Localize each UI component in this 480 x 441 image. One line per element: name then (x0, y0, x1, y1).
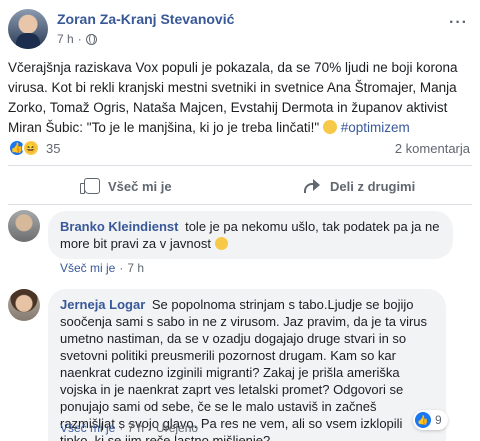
share-button[interactable]: Deli z drugimi (304, 172, 415, 200)
share-button-label: Deli z drugimi (330, 178, 416, 194)
comment-like-link[interactable]: Všeč mi je (60, 261, 115, 275)
like-button[interactable]: Všeč mi je (80, 172, 172, 200)
commenter-avatar[interactable] (8, 210, 40, 242)
comment-time[interactable]: 7 h (127, 261, 144, 275)
post-meta: 7 h · (57, 32, 97, 46)
globe-icon (85, 33, 97, 45)
comment-author[interactable]: Jerneja Logar (60, 297, 145, 312)
post-author-name[interactable]: Zoran Za-Kranj Stevanović (57, 11, 234, 27)
thumbs-up-icon (80, 178, 100, 194)
wink-emoji-icon (214, 237, 228, 250)
comment-time[interactable]: 7 h (127, 421, 144, 435)
haha-reaction-icon: 😆 (22, 139, 40, 157)
reactions-summary[interactable]: 👍 😆 35 (8, 139, 60, 157)
divider (8, 204, 472, 205)
comment-bubble: Branko Kleindienst tole je pa nekomu ušl… (48, 211, 453, 259)
commenter-avatar[interactable] (8, 289, 40, 321)
comments-count-link[interactable]: 2 komentarja (395, 141, 470, 156)
author-avatar[interactable] (8, 9, 48, 49)
post-text: Včerajšnja raziskava Vox populi je pokaz… (8, 58, 472, 138)
facebook-post: Zoran Za-Kranj Stevanović 7 h · ··· Včer… (0, 0, 480, 441)
comment-reaction-count: 9 (435, 413, 442, 427)
rofl-emoji-icon (322, 120, 337, 134)
meta-separator: · (148, 421, 153, 435)
more-icon[interactable]: ··· (449, 14, 468, 32)
comment-edited-label[interactable]: Urejeno (156, 421, 198, 435)
share-arrow-icon (304, 179, 322, 193)
like-reaction-icon: 👍 (415, 412, 431, 428)
hashtag-link[interactable]: #optimizem (341, 120, 410, 135)
meta-separator: · (77, 32, 82, 46)
comment-meta: Všeč mi je · 7 h · Urejeno (60, 421, 198, 435)
reaction-count: 35 (46, 140, 61, 156)
comment-text: Se popolnoma strinjam s tabo.Ljudje se b… (60, 297, 428, 441)
comment-meta: Všeč mi je · 7 h (60, 261, 144, 275)
divider (8, 165, 472, 166)
comment-like-link[interactable]: Všeč mi je (60, 421, 115, 435)
comment-bubble: Jerneja Logar Se popolnoma strinjam s ta… (48, 289, 446, 441)
meta-separator: · (119, 421, 124, 435)
meta-separator: · (119, 261, 124, 275)
comment-reaction-badge[interactable]: 👍 9 (413, 410, 448, 430)
like-button-label: Všeč mi je (108, 178, 172, 194)
post-time[interactable]: 7 h (57, 32, 74, 46)
comment-author[interactable]: Branko Kleindienst (60, 219, 178, 234)
